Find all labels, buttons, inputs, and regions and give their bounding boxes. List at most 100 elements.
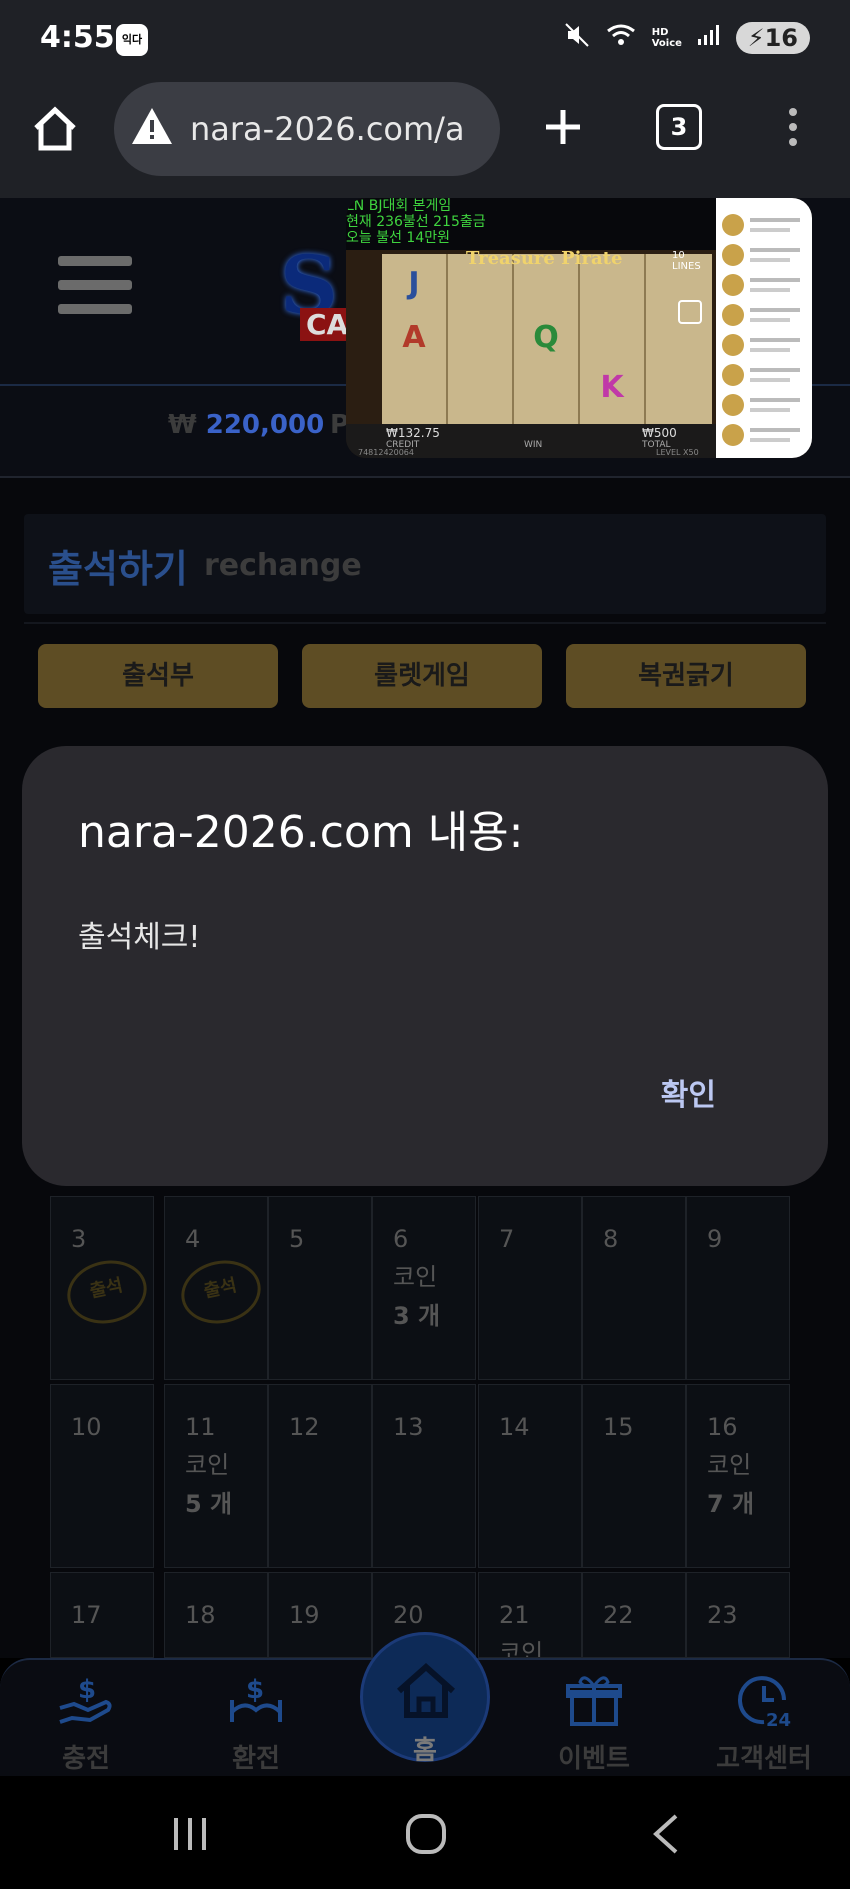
overlay-chat-panel — [716, 198, 812, 458]
alert-dialog: nara-2026.com 내용: 출석체크! 확인 — [22, 746, 828, 1186]
calendar-day-number: 10 — [71, 1413, 102, 1441]
pip-expand-icon[interactable] — [678, 300, 702, 324]
chat-message — [722, 212, 808, 242]
calendar-day-cell: 15 — [582, 1384, 686, 1568]
calendar-day-number: 6 — [393, 1225, 409, 1253]
calendar-day-number: 13 — [393, 1413, 424, 1441]
calendar-day-cell: 13 — [372, 1384, 476, 1568]
scratch-lottery-button[interactable]: 복권긁기 — [566, 644, 806, 708]
slot-game-title: Treasure Pirate — [466, 248, 623, 269]
chat-avatar — [722, 334, 744, 356]
chat-avatar — [722, 424, 744, 446]
svg-text:$: $ — [78, 1675, 96, 1705]
calendar-coin-label: 코인 — [707, 1451, 752, 1479]
chat-avatar — [722, 394, 744, 416]
dialog-ok-button[interactable]: 확인 — [661, 1070, 716, 1114]
calendar-day-cell: 9 — [686, 1196, 790, 1380]
calendar-day-cell: 11 코인 5 개 — [164, 1384, 268, 1568]
nav-event-label: 이벤트 — [558, 1744, 630, 1774]
browser-toolbar: nara-2026.com/a 3 — [0, 82, 850, 198]
calendar-day-cell: 4 출석 — [164, 1196, 268, 1380]
calendar-day-cell: 17 — [50, 1572, 154, 1658]
slot-reel — [448, 254, 514, 424]
calendar-day-number: 17 — [71, 1601, 102, 1629]
slot-lines-badge: 10 LINES — [672, 250, 701, 272]
attendance-subtitle: rechange — [204, 548, 362, 583]
calendar-coin-label: 코인 — [499, 1639, 544, 1658]
slot-total-value: ₩500 — [642, 426, 677, 440]
calendar-coin-count: 5 개 — [185, 1490, 233, 1518]
calendar-day-cell: 14 — [478, 1384, 582, 1568]
attendance-title: 출석하기 — [48, 547, 188, 591]
wifi-icon — [606, 23, 636, 53]
svg-text:24: 24 — [766, 1710, 791, 1730]
browser-home-button[interactable] — [30, 104, 100, 174]
calendar-day-number: 19 — [289, 1601, 320, 1629]
slot-symbol: Q — [533, 320, 559, 355]
chat-message — [722, 242, 808, 272]
attendance-book-button[interactable]: 출석부 — [38, 644, 278, 708]
attendance-stamp-icon: 출석 — [61, 1253, 153, 1331]
svg-text:$: $ — [246, 1675, 264, 1705]
status-icons: HD Voice ⚡16 — [564, 22, 810, 54]
roulette-game-button[interactable]: 룰렛게임 — [302, 644, 542, 708]
url-text: nara-2026.com/a — [190, 110, 465, 148]
chat-avatar — [722, 244, 744, 266]
pip-video-overlay[interactable]: LN BJ대회 본게임 현재 236불선 215출금 오늘 불선 14만원 J … — [346, 198, 812, 458]
slot-reel: J A — [382, 254, 448, 424]
calendar-day-number: 9 — [707, 1225, 723, 1253]
calendar-day-number: 15 — [603, 1413, 634, 1441]
chat-avatar — [722, 214, 744, 236]
mute-icon — [564, 22, 590, 54]
calendar-day-cell: 21 코인 — [478, 1572, 582, 1658]
recents-icon[interactable] — [170, 1814, 210, 1854]
calendar-day-cell: 10 — [50, 1384, 154, 1568]
slot-symbol: K — [600, 370, 624, 405]
calendar-day-number: 5 — [289, 1225, 305, 1253]
calendar-day-number: 21 — [499, 1601, 530, 1629]
chat-message — [722, 272, 808, 302]
overlay-stream-info: LN BJ대회 본게임 현재 236불선 215출금 오늘 불선 14만원 — [346, 198, 716, 250]
won-symbol: ₩ — [168, 410, 197, 440]
calendar-day-cell: 18 — [164, 1572, 268, 1658]
chat-avatar — [722, 304, 744, 326]
new-tab-button[interactable] — [540, 104, 586, 150]
overlay-line-1: LN BJ대회 본게임 — [346, 198, 452, 214]
slot-game-id: 74812420064 — [358, 448, 414, 457]
calendar-day-number: 22 — [603, 1601, 634, 1629]
calendar-day-cell: 16 코인 7 개 — [686, 1384, 790, 1568]
calendar-day-number: 3 — [71, 1225, 87, 1253]
calendar-day-cell: 3 출석 — [50, 1196, 154, 1380]
calendar-day-number: 14 — [499, 1413, 530, 1441]
balance-amount: 220,000 — [205, 410, 325, 440]
slot-reel: Q — [514, 254, 580, 424]
chat-message — [722, 302, 808, 332]
chat-message — [722, 392, 808, 422]
divider — [24, 622, 826, 624]
tab-switcher-button[interactable]: 3 — [656, 104, 702, 150]
calendar-day-number: 23 — [707, 1601, 738, 1629]
calendar-day-number: 11 — [185, 1413, 216, 1441]
status-bar: 4:55 익다 HD Voice ⚡16 — [0, 0, 850, 82]
calendar-day-cell: 22 — [582, 1572, 686, 1658]
calendar-day-number: 4 — [185, 1225, 201, 1253]
hamburger-menu-icon[interactable] — [58, 256, 132, 318]
calendar-day-cell: 5 — [268, 1196, 372, 1380]
balance-display: ₩ 220,000 — [168, 410, 324, 440]
calendar-day-cell: 8 — [582, 1196, 686, 1380]
nav-support-label: 고객센터 — [716, 1744, 812, 1774]
more-menu-button[interactable] — [778, 104, 808, 150]
dialog-title: nara-2026.com 내용: — [78, 807, 524, 858]
address-bar[interactable]: nara-2026.com/a — [114, 82, 500, 176]
calendar-day-number: 20 — [393, 1601, 424, 1629]
overlay-line-2: 현재 236불선 215출금 — [346, 214, 486, 230]
notification-app-icon: 익다 — [116, 24, 148, 56]
calendar-coin-count: 3 개 — [393, 1302, 441, 1330]
home-icon — [397, 1662, 455, 1718]
attendance-header: 출석하기 rechange — [24, 514, 826, 614]
signal-icon — [696, 23, 720, 53]
back-icon[interactable] — [650, 1812, 680, 1856]
exchange-icon: $ — [230, 1675, 282, 1722]
nav-home-label: 홈 — [413, 1736, 437, 1766]
home-circle-icon[interactable] — [404, 1812, 448, 1856]
